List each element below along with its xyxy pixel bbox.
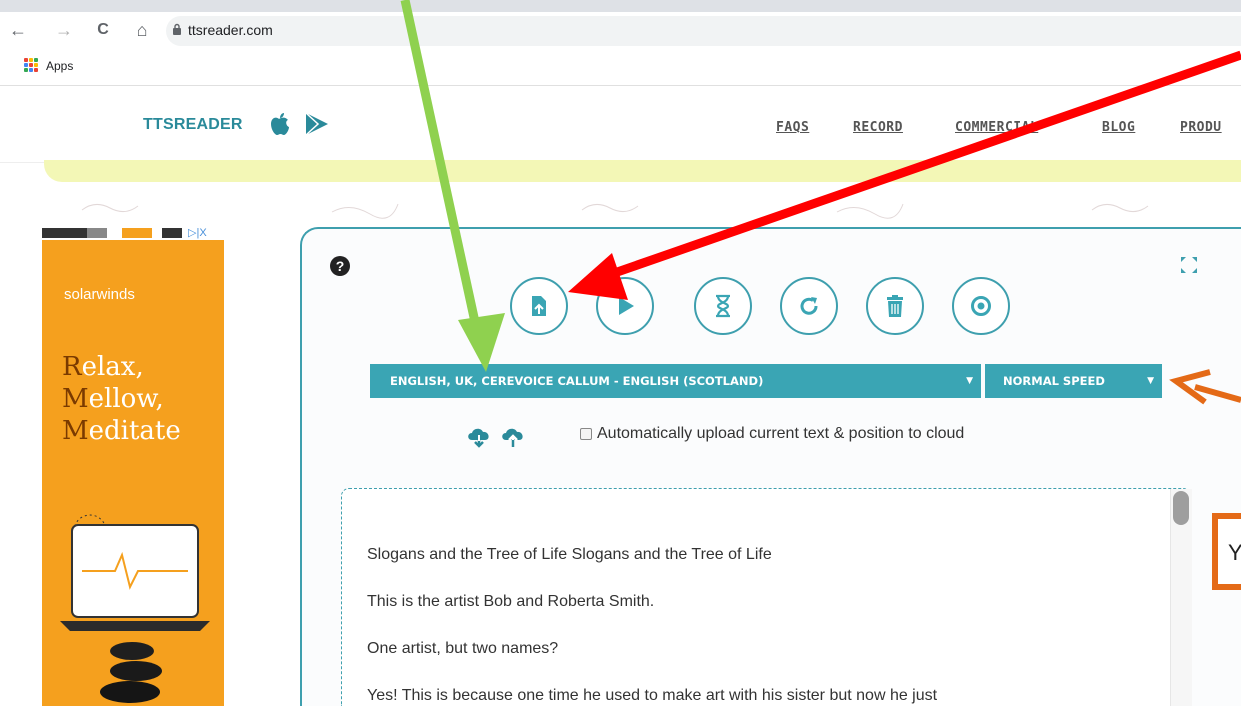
nav-blog[interactable]: BLOG [1102,120,1135,135]
cloud-upload-icon[interactable] [500,426,526,448]
scrollbar-thumb[interactable] [1173,491,1189,525]
play-icon [619,297,634,315]
back-button[interactable]: ← [8,20,28,40]
speed-select[interactable]: NORMAL SPEED ▼ [985,364,1162,398]
auto-upload-checkbox[interactable] [580,428,592,440]
ad-headline-initial: M [62,416,89,446]
speed-select-value: NORMAL SPEED [1003,374,1105,388]
home-button[interactable]: ⌂ [132,20,152,40]
trash-icon [887,295,903,317]
ad-headline-rest: ellow, [88,384,164,414]
nav-faqs[interactable]: FAQS [776,120,809,135]
tab-strip [0,0,1241,12]
decoration-sketch [581,204,639,212]
ad-headline-line: Mellow, [62,384,164,414]
import-file-icon [532,296,546,316]
chevron-down-icon: ▼ [1147,376,1154,386]
reload-button[interactable]: C [93,20,113,40]
ad-headline-initial: R [62,352,82,382]
decoration-sketch [81,204,139,212]
text-paragraph[interactable]: Yes! This is because one time he used to… [367,687,937,705]
ad-stripe [87,228,107,238]
bookmarks-bar [0,50,1241,86]
address-bar[interactable] [166,16,1241,46]
ad-headline-line: Relax, [62,352,144,382]
ad-headline-initial: M [62,384,89,414]
apps-bookmark[interactable]: Apps [46,59,73,73]
help-icon[interactable]: ? [330,256,350,276]
annotation-callout-text: Y [1228,540,1241,565]
nav-record[interactable]: RECORD [853,120,903,135]
import-file-button[interactable] [510,277,568,335]
text-paragraph[interactable]: Slogans and the Tree of Life Slogans and… [367,546,772,564]
apps-grid-icon[interactable] [24,58,38,72]
forward-button[interactable]: → [54,20,74,40]
play-button[interactable] [596,277,654,335]
ad-headline-line: Meditate [62,416,181,446]
record-button[interactable] [952,277,1010,335]
site-logo[interactable]: TTSREADER [143,116,243,134]
ad-choices-badge[interactable]: ▷|X [188,226,207,239]
text-paragraph[interactable]: One artist, but two names? [367,640,558,658]
ad-stripe [122,228,152,238]
auto-upload-label[interactable]: Automatically upload current text & posi… [597,425,964,443]
record-icon [971,296,991,316]
voice-select[interactable]: ENGLISH, UK, CEREVOICE CALLUM - ENGLISH … [370,364,981,398]
ad-stripe [42,228,87,238]
nav-commercial[interactable]: COMMERCIAL [955,120,1038,135]
lock-icon [173,23,181,35]
text-paragraph[interactable]: This is the artist Bob and Roberta Smith… [367,593,654,611]
ad-headline-rest: elax, [81,352,144,382]
reload-icon [800,297,818,315]
decoration-sketch [1091,204,1149,212]
ad-laptop-illustration [60,514,210,703]
chevron-down-icon: ▼ [966,376,973,386]
decoration-sketch [331,203,399,219]
ad-banner[interactable]: ▷|X solarwinds Relax, Mellow, Meditate [42,224,224,706]
ad-brand: solarwinds [64,286,135,303]
ad-headline-rest: editate [88,416,181,446]
restart-button[interactable] [780,277,838,335]
google-play-icon[interactable] [304,112,330,136]
ad-stripe [162,228,182,238]
cloud-download-icon[interactable] [466,426,492,448]
decoration-sketch [836,203,904,219]
voice-select-value: ENGLISH, UK, CEREVOICE CALLUM - ENGLISH … [390,374,764,388]
nav-products[interactable]: PRODU [1180,120,1222,135]
fullscreen-icon[interactable] [1180,256,1198,274]
hourglass-icon [716,294,730,318]
notice-band [44,160,1241,182]
timer-button[interactable] [694,277,752,335]
delete-text-button[interactable] [866,277,924,335]
url-text[interactable]: ttsreader.com [188,22,273,38]
apple-icon[interactable] [268,112,290,136]
